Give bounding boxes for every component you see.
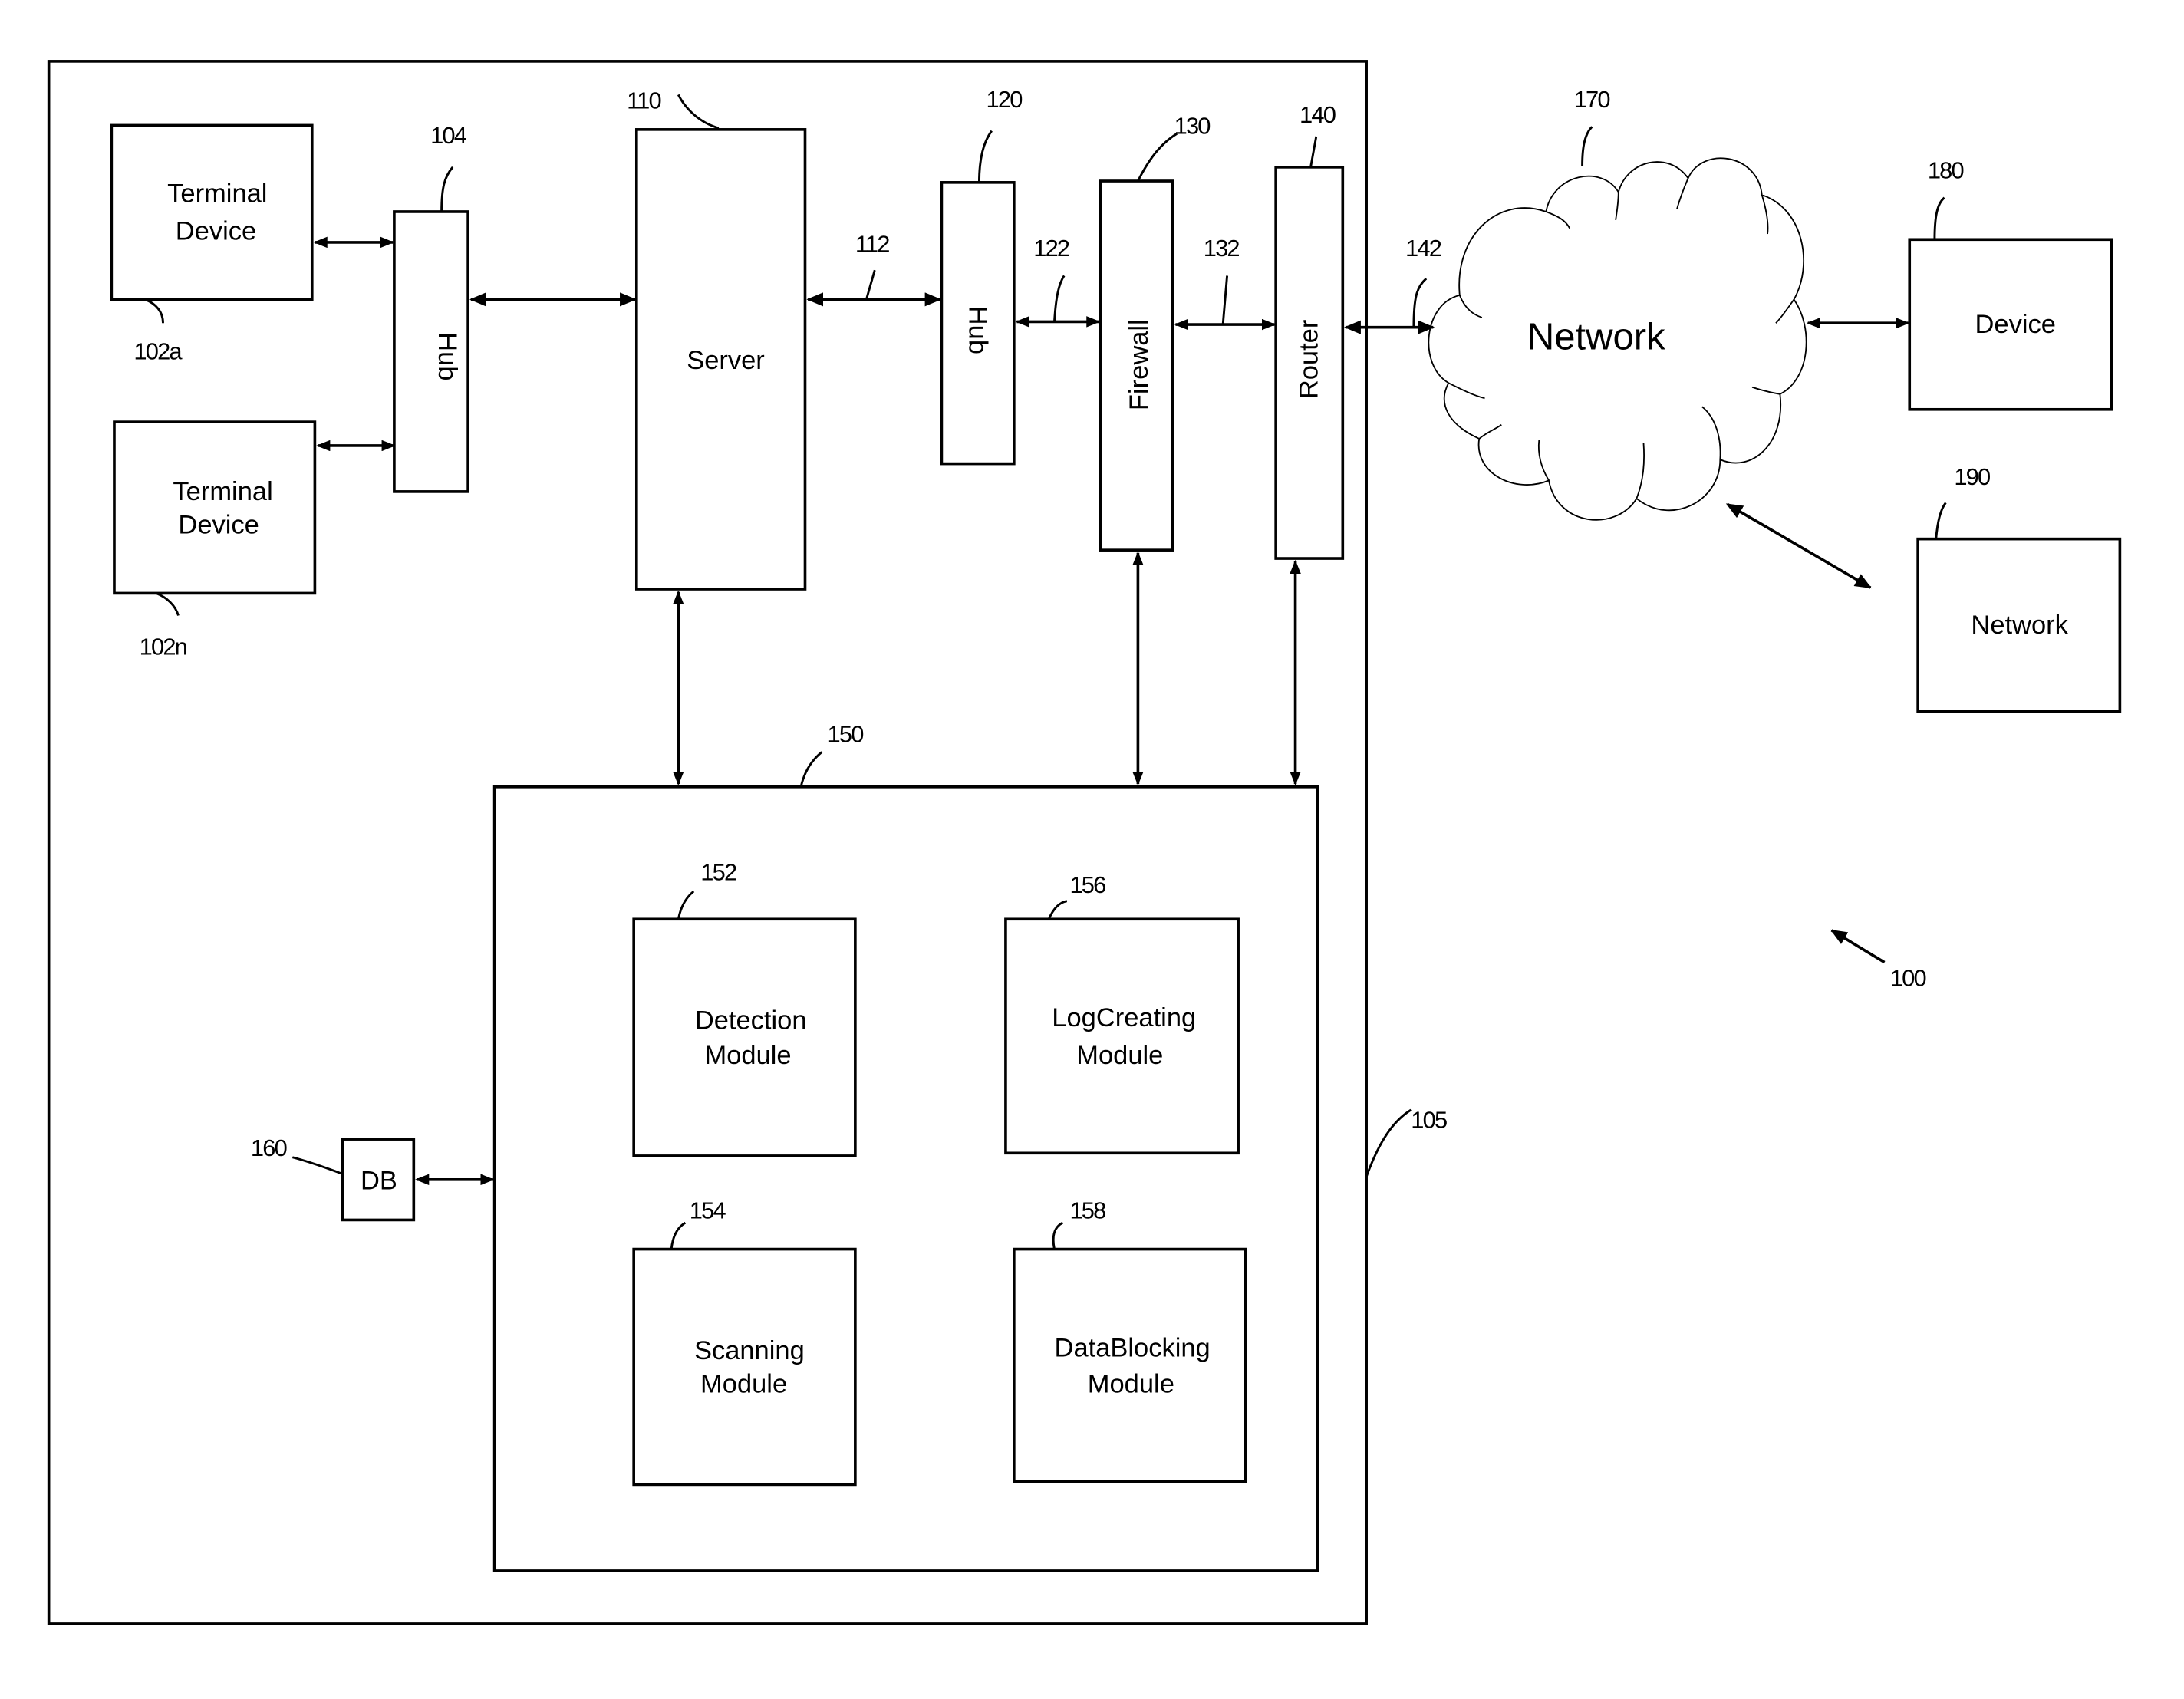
terminal-n-label-line2: Device [178,510,259,539]
log-creating-label-line1: LogCreating [1052,1003,1196,1032]
ref-102a: 102a [133,337,183,364]
scanning-module-154[interactable]: Scanning Module [632,1247,857,1487]
ref-156: 156 [1069,871,1105,898]
hub-104[interactable]: Hub [393,210,469,493]
leader-190 [1935,502,1947,539]
leader-180 [1933,196,1945,240]
system-diagram: 105 Terminal Device 102a Terminal Device… [47,60,2122,1625]
scanning-label-line2: Module [700,1370,787,1399]
data-blocking-module-158[interactable]: DataBlocking Module [1013,1247,1247,1483]
ref-142: 142 [1405,235,1441,262]
ref-105: 105 [1411,1107,1447,1134]
network-box-190[interactable]: Network [1916,537,2122,713]
ref-150: 150 [828,721,864,748]
figure-100-arrow [1830,929,1886,964]
device-label: Device [1975,310,2056,339]
firewall-label: Firewall [1125,319,1154,410]
detection-label-line2: Module [704,1041,791,1070]
leader-170 [1581,126,1593,166]
ref-152: 152 [700,858,736,885]
server-110[interactable]: Server [634,128,807,591]
hub-104-label: Hub [433,332,462,380]
ref-154: 154 [690,1197,726,1224]
ref-102n: 102n [140,633,187,660]
ref-140: 140 [1300,101,1336,128]
log-creating-label-line2: Module [1076,1041,1163,1070]
ref-158: 158 [1069,1197,1105,1224]
ref-120: 120 [987,86,1023,113]
ref-104: 104 [430,122,467,149]
detection-module-152[interactable]: Detection Module [632,917,857,1157]
leader-105 [1365,1108,1412,1177]
ref-112: 112 [855,231,889,258]
terminal-device-102a[interactable]: Terminal Device [110,123,314,301]
ref-132: 132 [1204,235,1240,262]
data-blocking-label-line2: Module [1088,1370,1174,1399]
router-label: Router [1295,320,1324,400]
server-label: Server [687,346,765,375]
data-blocking-label-line1: DataBlocking [1055,1333,1211,1362]
db-160[interactable]: DB [341,1138,416,1222]
hub-120-label: Hub [964,306,993,354]
ref-190: 190 [1954,463,1990,490]
leader-142 [1412,278,1428,328]
scanning-label-line1: Scanning [694,1336,805,1365]
network-cloud-label: Network [1527,317,1665,358]
ref-122: 122 [1033,235,1069,262]
detection-label-line1: Detection [695,1006,807,1036]
terminal-a-label-line1: Terminal [167,179,267,208]
network-box-label: Network [1971,611,2068,640]
device-180[interactable]: Device [1908,238,2113,411]
ref-160: 160 [251,1134,287,1161]
ref-170: 170 [1574,86,1610,113]
ref-110: 110 [627,87,660,114]
terminal-a-label-line2: Device [176,216,256,245]
hub-120[interactable]: Hub [940,181,1016,466]
arrow-cloud-network190 [1725,502,1872,589]
ref-180: 180 [1928,156,1964,183]
ref-100: 100 [1890,964,1926,991]
firewall-130[interactable]: Firewall [1099,179,1174,552]
network-cloud-170[interactable]: Network [1428,157,1807,521]
log-creating-module-156[interactable]: LogCreating Module [1004,917,1240,1155]
db-label: DB [361,1167,397,1196]
terminal-n-label-line1: Terminal [173,477,272,506]
router-140[interactable]: Router [1274,166,1345,560]
terminal-device-102n[interactable]: Terminal Device [113,420,317,595]
ref-130: 130 [1174,112,1211,139]
